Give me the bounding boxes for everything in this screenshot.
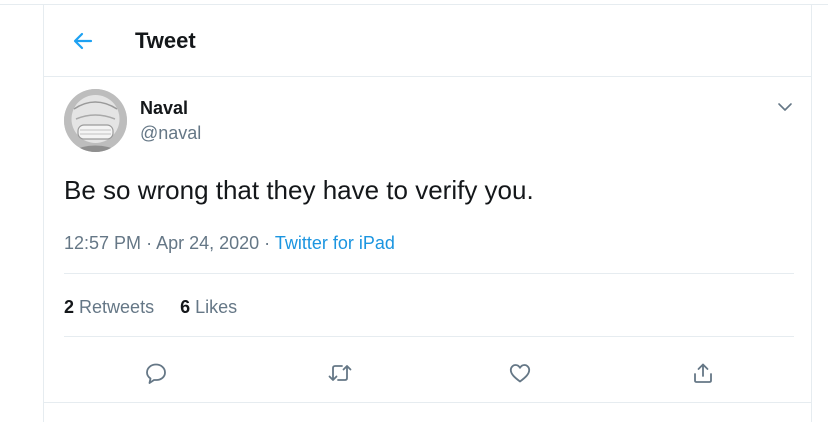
- header: Tweet: [44, 4, 811, 77]
- tweet-meta: 12:57 PM · Apr 24, 2020 · Twitter for iP…: [64, 233, 395, 254]
- page-title: Tweet: [135, 28, 196, 53]
- retweet-icon: [328, 365, 352, 381]
- tweet-source-link[interactable]: Twitter for iPad: [275, 233, 395, 253]
- reply-icon: [146, 363, 166, 384]
- meta-separator: ·: [146, 233, 153, 253]
- back-arrow-icon: [73, 32, 93, 50]
- more-options-button[interactable]: [770, 92, 800, 122]
- retweets-label: Retweets: [79, 297, 155, 317]
- author-handle[interactable]: @naval: [140, 123, 201, 144]
- tweet-date[interactable]: Apr 24, 2020: [156, 233, 259, 253]
- bottom-divider: [44, 402, 811, 403]
- retweets-stat[interactable]: 2 Retweets: [64, 297, 154, 317]
- chevron-down-icon: [778, 103, 792, 111]
- likes-count: 6: [180, 297, 191, 317]
- reply-button[interactable]: [139, 356, 173, 390]
- tweet-page: Tweet Naval @naval Be so wrong that they…: [0, 0, 828, 422]
- like-button[interactable]: [503, 356, 537, 390]
- back-button[interactable]: [66, 24, 100, 58]
- tweet-text: Be so wrong that they have to verify you…: [64, 175, 534, 205]
- retweet-button[interactable]: [323, 356, 357, 390]
- stats-bottom-divider: [64, 336, 794, 337]
- tweet-time[interactable]: 12:57 PM: [64, 233, 141, 253]
- author-name[interactable]: Naval: [140, 98, 188, 119]
- share-button[interactable]: [686, 356, 720, 390]
- like-icon: [509, 364, 531, 383]
- likes-label: Likes: [195, 297, 238, 317]
- likes-stat[interactable]: 6 Likes: [180, 297, 237, 317]
- share-icon: [694, 363, 712, 383]
- avatar[interactable]: [64, 89, 127, 152]
- retweets-count: 2: [64, 297, 75, 317]
- tweet-column: Tweet Naval @naval Be so wrong that they…: [43, 4, 812, 422]
- meta-separator: ·: [264, 233, 271, 253]
- tweet-actions: [44, 356, 811, 390]
- tweet-stats: 2 Retweets 6 Likes: [64, 297, 237, 318]
- avatar-image: [64, 89, 127, 152]
- stats-top-divider: [64, 273, 794, 274]
